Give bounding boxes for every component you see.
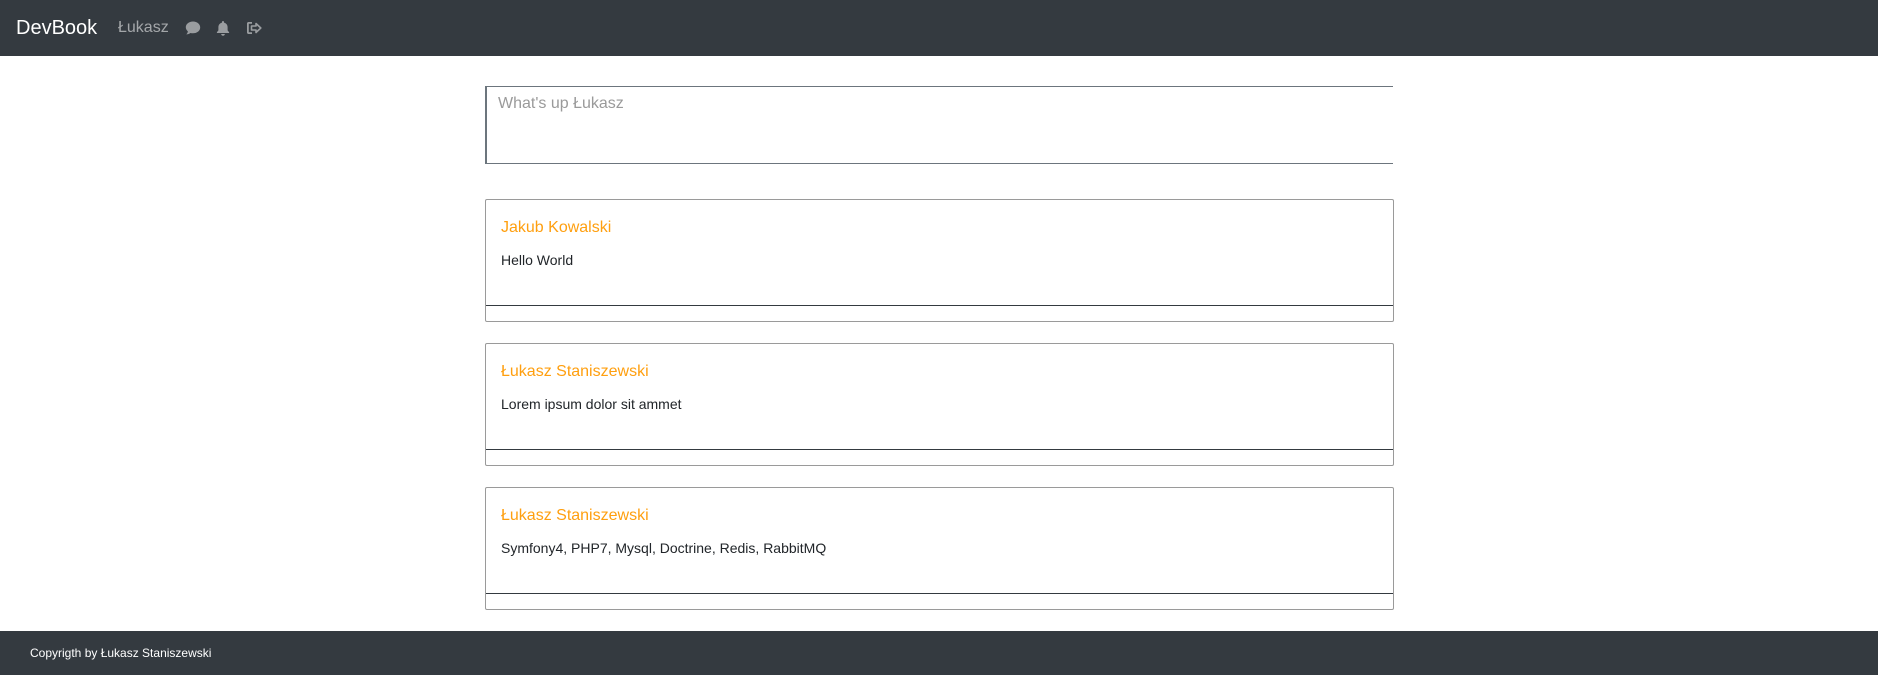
post-author-link[interactable]: Łukasz Staniszewski [501,362,1378,382]
post-composer-input[interactable] [485,86,1393,164]
post-footer [486,594,1393,609]
bell-icon[interactable] [214,19,232,37]
post-body: Jakub Kowalski Hello World [486,200,1393,306]
nav-user-link[interactable]: Łukasz [118,0,169,56]
post-card: Jakub Kowalski Hello World [485,199,1394,322]
brand-logo-link[interactable]: DevBook [16,0,97,56]
post-footer [486,450,1393,465]
post-text: Lorem ipsum dolor sit ammet [501,396,682,412]
chat-icon[interactable] [184,19,202,37]
post-author-link[interactable]: Jakub Kowalski [501,218,1378,238]
top-navbar: DevBook Łukasz [0,0,1878,56]
post-text: Hello World [501,252,574,268]
post-card: Łukasz Staniszewski Symfony4, PHP7, Mysq… [485,487,1394,610]
post-card: Łukasz Staniszewski Lorem ipsum dolor si… [485,343,1394,466]
logout-icon[interactable] [245,19,263,37]
post-body: Łukasz Staniszewski Lorem ipsum dolor si… [486,344,1393,450]
post-footer [486,306,1393,321]
page-footer: Copyrigth by Łukasz Staniszewski [0,631,1878,675]
post-author-link[interactable]: Łukasz Staniszewski [501,506,1378,526]
post-body: Łukasz Staniszewski Symfony4, PHP7, Mysq… [486,488,1393,594]
copyright-text: Copyrigth by Łukasz Staniszewski [30,646,212,660]
post-text: Symfony4, PHP7, Mysql, Doctrine, Redis, … [501,540,827,556]
